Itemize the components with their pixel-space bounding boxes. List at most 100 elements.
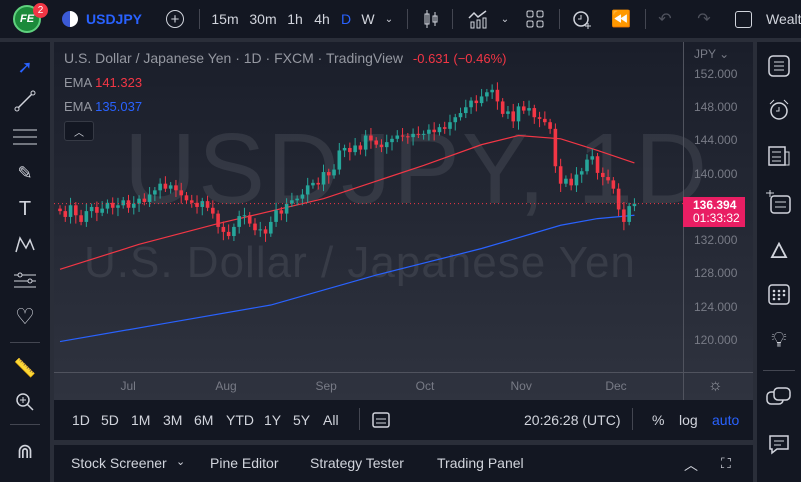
tab-trading-panel[interactable]: Trading Panel: [437, 455, 524, 471]
candle-body: [184, 195, 189, 201]
tab-pine-editor[interactable]: Pine Editor: [210, 455, 278, 471]
collapse-legend-button[interactable]: ︿: [64, 121, 94, 141]
utc-clock[interactable]: 20:26:28 (UTC): [524, 412, 620, 428]
interval-15m[interactable]: 15m: [210, 0, 240, 38]
fib-retracement-icon[interactable]: [12, 124, 38, 150]
price-tick: 132.000: [694, 233, 738, 248]
candle-body: [221, 226, 226, 232]
interval-4h[interactable]: 4h: [312, 0, 332, 38]
candle-body: [211, 207, 215, 214]
pattern-icon[interactable]: [12, 232, 38, 258]
percent-scale-toggle[interactable]: %: [652, 412, 664, 428]
redo-icon[interactable]: ↷: [694, 0, 714, 38]
candle-body: [95, 206, 99, 213]
ema-legend-2[interactable]: EMA 135.037: [64, 99, 142, 114]
calendar-icon[interactable]: [765, 280, 793, 308]
range-1d[interactable]: 1D: [72, 412, 90, 428]
indicators-icon[interactable]: [466, 0, 490, 38]
candle-body: [374, 140, 378, 145]
range-1m[interactable]: 1M: [131, 412, 150, 428]
interval-dropdown-chevron-icon[interactable]: ⌄: [382, 0, 396, 38]
compare-button[interactable]: +: [164, 0, 186, 38]
add-list-icon[interactable]: [765, 188, 793, 216]
zoom-in-icon[interactable]: [12, 389, 38, 415]
time-tick: Aug: [215, 379, 237, 393]
alarm-clock-icon[interactable]: [765, 96, 793, 124]
candle-body: [616, 188, 621, 210]
range-3m[interactable]: 3M: [163, 412, 182, 428]
favorites-heart-icon[interactable]: ♡: [12, 304, 38, 330]
candle-body: [564, 178, 568, 184]
go-to-date-icon[interactable]: [372, 410, 390, 431]
maximize-panel-icon[interactable]: ⛶: [721, 455, 731, 472]
symbol-search-button[interactable]: USDJPY: [62, 0, 152, 38]
tab-strategy-tester[interactable]: Strategy Tester: [310, 455, 404, 471]
range-1y[interactable]: 1Y: [264, 412, 281, 428]
watchlist-icon[interactable]: [765, 52, 793, 80]
hotlists-flame-icon[interactable]: 🜂: [765, 234, 793, 263]
range-all[interactable]: All: [323, 412, 339, 428]
magnet-icon[interactable]: ⋒: [12, 438, 38, 464]
price-tick: 140.000: [694, 166, 738, 181]
candle-body: [442, 127, 447, 129]
candle-body: [274, 210, 278, 222]
interval-1h[interactable]: 1h: [285, 0, 305, 38]
messages-icon[interactable]: [765, 430, 793, 458]
price-plot[interactable]: [54, 42, 753, 400]
candle-body: [369, 135, 373, 141]
chat-icon[interactable]: [765, 384, 793, 412]
tab-stock-screener[interactable]: Stock Screener: [71, 455, 167, 471]
chart-pane[interactable]: USDJPY, 1D U.S. Dollar / Japanese Yen U.…: [54, 42, 753, 400]
ruler-icon[interactable]: 📏: [12, 355, 38, 381]
candle-body: [121, 200, 126, 206]
candle-body: [337, 150, 342, 170]
cursor-icon[interactable]: ➚: [12, 54, 38, 80]
range-5y[interactable]: 5Y: [293, 412, 310, 428]
candle-body: [543, 118, 547, 123]
interval-w[interactable]: W: [360, 0, 376, 38]
candles-chart-type-icon[interactable]: [420, 0, 442, 38]
right-sidebar: 🜂 💡︎: [757, 42, 801, 482]
log-scale-toggle[interactable]: log: [679, 412, 698, 428]
candle-body: [326, 172, 331, 176]
layouts-grid-icon[interactable]: [524, 0, 546, 38]
candle-body: [232, 226, 236, 237]
candle-body: [295, 198, 299, 201]
replay-icon[interactable]: ⏪: [610, 0, 632, 38]
stock-screener-chevron-icon[interactable]: ⌄: [176, 455, 185, 468]
price-tick: 124.000: [694, 299, 738, 314]
text-tool-icon[interactable]: T: [12, 196, 38, 222]
currency-dropdown[interactable]: JPY ⌄: [694, 47, 729, 61]
price-tick: 120.000: [694, 332, 738, 347]
logo-button[interactable]: FE 2: [10, 0, 48, 38]
bottom-panel: Stock Screener ⌄ Pine Editor Strategy Te…: [54, 445, 753, 482]
time-tick: Oct: [415, 379, 435, 393]
news-icon[interactable]: [765, 142, 793, 170]
auto-scale-toggle[interactable]: auto: [712, 412, 739, 428]
fullscreen-icon[interactable]: [733, 0, 753, 38]
prediction-icon[interactable]: [12, 268, 38, 294]
candle-body: [237, 216, 241, 227]
undo-icon[interactable]: ↶: [655, 0, 675, 38]
interval-30m[interactable]: 30m: [247, 0, 279, 38]
watchlist-label[interactable]: Wealt: [766, 0, 801, 38]
interval-d[interactable]: D: [339, 0, 353, 38]
brush-icon[interactable]: ✎: [12, 160, 38, 186]
notification-badge: 2: [33, 3, 48, 18]
candle-body: [131, 203, 136, 208]
candle-body: [463, 107, 468, 114]
range-ytd[interactable]: YTD: [226, 412, 254, 428]
range-5d[interactable]: 5D: [101, 412, 119, 428]
candle-body: [247, 215, 252, 224]
candle-body: [521, 106, 526, 111]
ideas-lightbulb-icon[interactable]: 💡︎: [765, 326, 793, 354]
ema-legend-1[interactable]: EMA 141.323: [64, 75, 142, 90]
candle-body: [506, 111, 510, 114]
price-tick: 152.000: [694, 67, 738, 81]
alert-add-icon[interactable]: [570, 0, 594, 38]
chart-settings-gear-icon[interactable]: ☼: [708, 377, 723, 395]
indicators-chevron-icon[interactable]: ⌄: [498, 0, 512, 38]
range-6m[interactable]: 6M: [194, 412, 213, 428]
trend-line-icon[interactable]: [12, 88, 38, 114]
expand-panel-chevron-icon[interactable]: ︿: [684, 455, 698, 475]
